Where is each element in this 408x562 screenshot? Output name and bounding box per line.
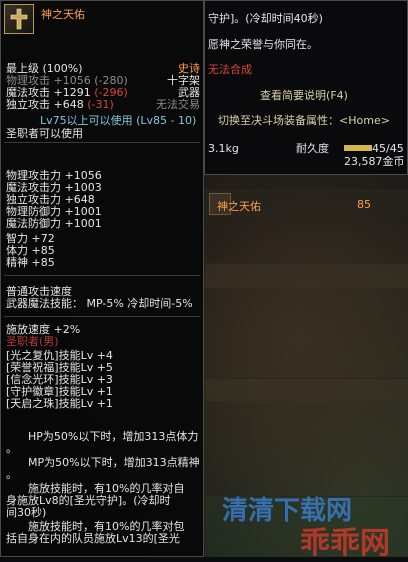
cross-weapon-icon [4,4,34,34]
trade-status: 无法交易 [156,98,200,111]
durability-label: 耐久度 [296,142,329,155]
item-name: 神之天佑 [41,8,85,21]
class-name: 圣职者(男) [6,335,59,348]
effect-line: HP为50%以下时，增加313点体力 [28,430,199,443]
stat-line: 精神 +85 [6,256,55,269]
watermark-logo: 乖乖网 [300,526,390,561]
cannot-synthesize: 无法合成 [208,63,252,76]
inventory-item-level: 85 [357,198,371,211]
sell-price: 23,587金币 [344,155,405,168]
effect-line: 。 [6,442,17,455]
divider [4,142,200,143]
skill-bonus: [天启之珠]技能Lv +1 [6,397,113,410]
item-weight: 3.1kg [208,142,239,155]
inventory-row-3[interactable] [205,378,408,401]
duel-mode-toggle-button[interactable]: 切换至决斗场装备属性：<Home> [206,112,402,130]
divider [4,316,200,317]
weapon-skill-bonus: 武器魔法技能： MP-5% 冷却时间-5% [6,297,193,310]
inventory-row-2[interactable] [205,263,408,288]
durability-value: 45/45 [372,142,404,155]
stat-line: 魔法防御力 +1001 [6,217,102,230]
effect-line: 括自身在内的队员施放Lv13的[圣光 [6,532,180,545]
view-summary-button[interactable]: 查看简要说明(F4) [206,87,402,105]
effect-line: 。 [6,468,17,481]
durability-fill [344,145,372,151]
inventory-row[interactable]: 神之天佑 85 [205,190,408,217]
flavor-text: 愿神之荣誉与你同在。 [208,38,318,51]
effect-line: 间30秒) [6,506,47,519]
divider [4,275,200,276]
effect-line: MP为50%以下时，增加313点精神 [28,456,200,469]
durability-bar [344,145,372,151]
inventory-item-name: 神之天佑 [217,200,261,213]
effect-continued: 守护]。(冷却时间40秒) [208,12,323,25]
level-requirement: Lv75以上可以使用 (Lv85 - 10) [40,114,197,127]
class-requirement: 圣职者可以使用 [6,127,83,140]
stat-compare-2: 独立攻击 +648 (-31) [6,98,114,111]
